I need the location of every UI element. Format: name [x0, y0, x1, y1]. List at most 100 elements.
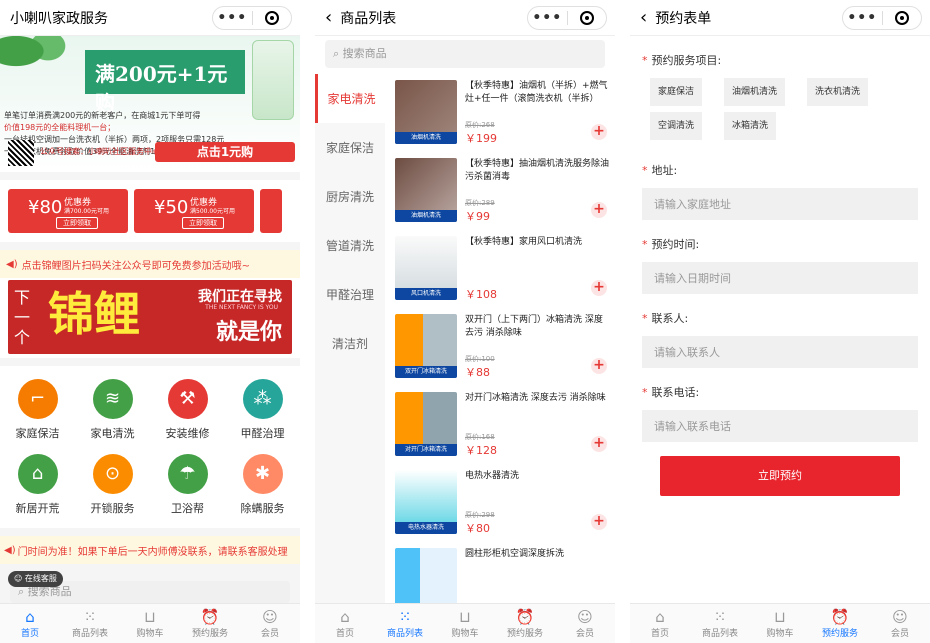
datetime-input[interactable]	[642, 262, 918, 294]
public-account-text: 公众号搜索：小喇叭社区服务中心	[40, 147, 160, 156]
search-bar: ⌕ 搜索商品	[315, 36, 615, 74]
koi-banner[interactable]: 下一个 锦鲤 我们正在寻找 THE NEXT FANCY IS YOU 就是你	[0, 278, 300, 358]
title-bar: ‹ 商品列表 •••	[315, 0, 615, 36]
service-new-home[interactable]: ⌂ 新居开荒	[0, 447, 75, 522]
address-input[interactable]	[642, 188, 918, 220]
add-to-cart-button[interactable]: +	[591, 202, 607, 218]
product-image: 对开门冰箱清洗	[395, 392, 457, 456]
alarm-clock-icon: ⏰	[515, 608, 535, 626]
coupon-80[interactable]: ¥80 优惠券 满700.00元可用 立即领取	[8, 189, 128, 233]
add-to-cart-button[interactable]: +	[591, 436, 607, 452]
grid-icon: ⁙	[398, 608, 412, 626]
more-icon[interactable]: •••	[528, 8, 567, 28]
phone-input[interactable]	[642, 410, 918, 442]
tab-home[interactable]: ⌂ 首页	[315, 604, 375, 643]
chip-ac[interactable]: 空调清洗	[650, 112, 703, 140]
tab-home[interactable]: ⌂ 首页	[630, 604, 690, 643]
product-item[interactable]: 油烟机清洗 【秋季特惠】油烟机（半拆）+燃气灶+任一件（滚筒洗衣机（半拆） 原价:…	[387, 74, 615, 152]
service-appliance-cleaning[interactable]: ≋ 家电清洗	[75, 372, 150, 447]
category-item[interactable]: 管道清洗	[315, 221, 385, 270]
faucet-icon: ⚒	[167, 378, 208, 419]
add-to-cart-button[interactable]: +	[591, 358, 607, 374]
booking-form-screen: ‹ 预约表单 ••• * 预约服务项目: 家庭保洁 油烟机清洗 洗衣机清洗 空调清…	[630, 0, 930, 643]
booking-form: * 预约服务项目: 家庭保洁 油烟机清洗 洗衣机清洗 空调清洗 冰箱清洗 * 地址:…	[630, 36, 930, 603]
category-item[interactable]: 家庭保洁	[315, 123, 385, 172]
tab-products[interactable]: ⁙ 商品列表	[375, 604, 435, 643]
one-yuan-buy-button[interactable]: 点击1元购	[155, 142, 295, 162]
category-item[interactable]: 甲醛治理	[315, 270, 385, 319]
chip-fridge[interactable]: 冰箱清洗	[724, 112, 777, 140]
service-unlock[interactable]: ⊙ 开锁服务	[75, 447, 150, 522]
tab-member[interactable]: ☺ 会员	[240, 604, 300, 643]
service-mite-removal[interactable]: ✱ 除螨服务	[225, 447, 300, 522]
coupon-partial[interactable]	[260, 189, 282, 233]
claim-coupon-button[interactable]: 立即领取	[56, 217, 98, 229]
service-label: * 预约服务项目:	[642, 54, 722, 67]
tab-home[interactable]: ⌂ 首页	[0, 604, 60, 643]
submit-booking-button[interactable]: 立即预约	[660, 456, 900, 496]
search-input[interactable]: ⌕ 搜索商品	[325, 40, 605, 68]
product-item[interactable]: 风口机清洗 【秋季特惠】家用风口机清洗 ￥108 +	[387, 230, 615, 308]
tab-booking[interactable]: ⏰ 预约服务	[810, 604, 870, 643]
cart-icon: ⊔	[459, 608, 471, 626]
service-formaldehyde[interactable]: ⁂ 甲醛治理	[225, 372, 300, 447]
promo-banner[interactable]: 满200元+1元购 单笔订单消费满200元的新老客户，在商城1元下单可得 价值1…	[0, 36, 300, 172]
product-item[interactable]: 电热水器清洗 电热水器清洗 原价:298 ￥80 +	[387, 464, 615, 542]
tab-bar: ⌂ 首页 ⁙ 商品列表 ⊔ 购物车 ⏰ 预约服务 ☺ 会员	[0, 603, 300, 643]
product-item[interactable]: 油烟机清洗 【秋季特惠】抽油烟机清洗服务除油污杀菌消毒 原价:289 ￥99 +	[387, 152, 615, 230]
address-label: * 地址:	[642, 164, 678, 177]
product-item[interactable]: 圆柱形柜机空调深度拆洗	[387, 542, 615, 603]
category-item[interactable]: 清洁剂	[315, 319, 385, 368]
title-bar: ‹ 预约表单 •••	[630, 0, 930, 36]
product-item[interactable]: 双开门冰箱清洗 双开门（上下两门）冰箱清洗 深度去污 消杀除味 原价:100 ￥88…	[387, 308, 615, 386]
house-icon: ⌂	[17, 453, 58, 494]
add-to-cart-button[interactable]: +	[591, 280, 607, 296]
title-bar: 小喇叭家政服务 •••	[0, 0, 300, 36]
add-to-cart-button[interactable]: +	[591, 514, 607, 530]
mini-program-capsule: •••	[527, 6, 607, 30]
back-icon[interactable]: ‹	[640, 7, 647, 28]
tab-cart[interactable]: ⊔ 购物车	[750, 604, 810, 643]
service-install-repair[interactable]: ⚒ 安装维修	[150, 372, 225, 447]
category-item[interactable]: 家电清洗	[315, 74, 385, 123]
tab-cart[interactable]: ⊔ 购物车	[120, 604, 180, 643]
grid-icon: ⁙	[83, 608, 97, 626]
chip-home-cleaning[interactable]: 家庭保洁	[650, 78, 703, 106]
product-item[interactable]: 对开门冰箱清洗 对开门冰箱清洗 深度去污 消杀除味 原价:168 ￥128 +	[387, 386, 615, 464]
promo-headline: 满200元+1元购	[85, 50, 245, 115]
shower-icon: ☂	[167, 453, 208, 494]
back-icon[interactable]: ‹	[325, 7, 332, 28]
blender-image	[252, 40, 294, 120]
coupon-50[interactable]: ¥50 优惠券 满500.00元可用 立即领取	[134, 189, 254, 233]
speaker-icon: ◀)	[4, 544, 16, 556]
tab-booking[interactable]: ⏰ 预约服务	[495, 604, 555, 643]
mini-program-capsule: •••	[212, 6, 292, 30]
cart-icon: ⊔	[774, 608, 786, 626]
tab-products[interactable]: ⁙ 商品列表	[60, 604, 120, 643]
phone-label: * 联系电话:	[642, 386, 700, 399]
chip-washer[interactable]: 洗衣机清洗	[807, 78, 869, 106]
tab-member[interactable]: ☺ 会员	[555, 604, 615, 643]
tab-products[interactable]: ⁙ 商品列表	[690, 604, 750, 643]
close-mini-program-icon[interactable]	[882, 11, 921, 25]
more-icon[interactable]: •••	[843, 8, 882, 28]
bug-icon: ✱	[242, 453, 283, 494]
close-mini-program-icon[interactable]	[567, 11, 606, 25]
chip-range-hood[interactable]: 油烟机清洗	[724, 78, 786, 106]
service-grid: ⌐ 家庭保洁 ≋ 家电清洗 ⚒ 安装维修 ⁂ 甲醛治理 ⌂ 新居开荒 ⊙ 开锁服务 ☂ 卫浴帮…	[0, 366, 300, 528]
add-to-cart-button[interactable]: +	[591, 124, 607, 140]
product-list: 油烟机清洗 【秋季特惠】油烟机（半拆）+燃气灶+任一件（滚筒洗衣机（半拆） 原价:…	[387, 74, 615, 603]
close-mini-program-icon[interactable]	[252, 11, 291, 25]
tab-booking[interactable]: ⏰ 预约服务	[180, 604, 240, 643]
contact-input[interactable]	[642, 336, 918, 368]
alarm-clock-icon: ⏰	[830, 608, 850, 626]
claim-coupon-button[interactable]: 立即领取	[182, 217, 224, 229]
more-icon[interactable]: •••	[213, 8, 252, 28]
online-service-button[interactable]: ☺ 在线客服	[8, 571, 63, 587]
product-image	[395, 548, 457, 603]
tab-member[interactable]: ☺ 会员	[870, 604, 930, 643]
service-home-cleaning[interactable]: ⌐ 家庭保洁	[0, 372, 75, 447]
service-bathroom[interactable]: ☂ 卫浴帮	[150, 447, 225, 522]
category-item[interactable]: 厨房清洗	[315, 172, 385, 221]
tab-cart[interactable]: ⊔ 购物车	[435, 604, 495, 643]
